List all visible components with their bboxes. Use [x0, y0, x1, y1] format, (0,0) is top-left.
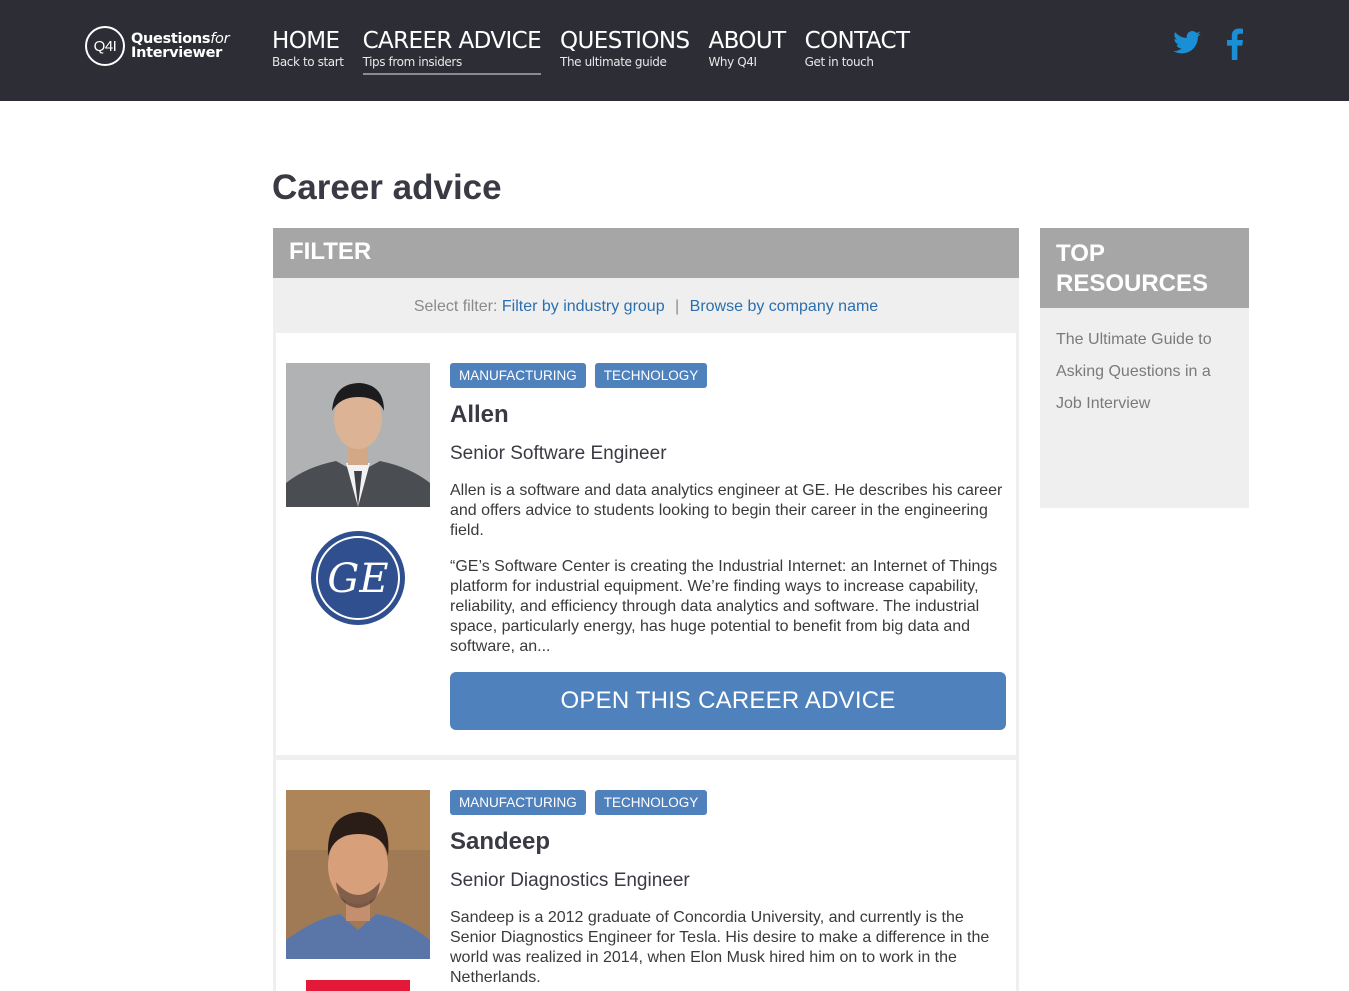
tag-list: MANUFACTURING TECHNOLOGY: [450, 363, 716, 388]
advice-card: GE MANUFACTURING TECHNOLOGY Allen Senior…: [276, 333, 1016, 755]
twitter-icon[interactable]: [1172, 28, 1202, 63]
nav-career-advice[interactable]: CAREER ADVICE Tips from insiders: [362, 28, 542, 75]
tag-technology[interactable]: TECHNOLOGY: [594, 790, 708, 815]
person-summary: Allen is a software and data analytics e…: [450, 482, 1003, 539]
filter-line: Select filter: Filter by industry group …: [273, 298, 1019, 316]
page-title: Career advice: [272, 168, 502, 207]
filter-select-label: Select filter:: [413, 298, 498, 315]
person-photo-allen: [286, 363, 430, 507]
nav-home[interactable]: HOME Back to start: [272, 28, 344, 75]
nav-contact-label: CONTACT: [804, 28, 910, 54]
open-career-advice-button[interactable]: OPEN THIS CAREER ADVICE: [450, 672, 1006, 730]
nav-about-label: ABOUT: [708, 28, 786, 54]
nav-home-sub: Back to start: [272, 55, 344, 69]
nav-about[interactable]: ABOUT Why Q4I: [708, 28, 786, 75]
top-resources-heading: TOP RESOURCES: [1040, 228, 1249, 308]
filter-panel: Select filter: Filter by industry group …: [273, 278, 1019, 991]
tesla-logo: [306, 980, 410, 991]
browse-by-company-link[interactable]: Browse by company name: [690, 298, 879, 315]
ge-logo: GE: [309, 529, 407, 627]
nav-career-advice-label: CAREER ADVICE: [362, 28, 542, 54]
logo-text-interviewer: Interviewer: [131, 45, 222, 61]
top-resources-panel: The Ultimate Guide to Asking Questions i…: [1040, 308, 1249, 508]
person-summary: Sandeep is a 2012 graduate of Concordia …: [450, 909, 990, 986]
logo-mark: Q4I: [85, 26, 125, 66]
ge-logo-letters: GE: [327, 556, 388, 602]
filter-heading: FILTER: [273, 228, 1019, 278]
tag-manufacturing[interactable]: MANUFACTURING: [450, 363, 586, 388]
person-name: Sandeep: [450, 828, 551, 855]
tag-list: MANUFACTURING TECHNOLOGY: [450, 790, 716, 815]
site-logo[interactable]: Q4I Questionsfor Interviewer: [85, 25, 235, 67]
person-quote: “GE’s Software Center is creating the In…: [450, 558, 998, 655]
tag-manufacturing[interactable]: MANUFACTURING: [450, 790, 586, 815]
person-name: Allen: [450, 401, 509, 428]
logo-text: Questionsfor Interviewer: [131, 32, 230, 61]
resource-link[interactable]: The Ultimate Guide to Asking Questions i…: [1056, 324, 1233, 420]
person-photo-sandeep: [286, 790, 430, 959]
filter-by-industry-link[interactable]: Filter by industry group: [502, 298, 665, 315]
advice-card: MANUFACTURING TECHNOLOGY Sandeep Senior …: [276, 760, 1016, 991]
nav-home-label: HOME: [272, 28, 340, 54]
nav-questions-sub: The ultimate guide: [560, 55, 667, 69]
tag-technology[interactable]: TECHNOLOGY: [594, 363, 708, 388]
nav-contact-sub: Get in touch: [804, 55, 874, 69]
nav-questions-label: QUESTIONS: [560, 28, 690, 54]
nav-contact[interactable]: CONTACT Get in touch: [805, 28, 910, 75]
person-role: Senior Software Engineer: [450, 443, 667, 464]
facebook-icon[interactable]: [1226, 28, 1244, 65]
site-header: Q4I Questionsfor Interviewer HOME Back t…: [0, 0, 1349, 101]
person-role: Senior Diagnostics Engineer: [450, 870, 690, 891]
main-nav: HOME Back to start CAREER ADVICE Tips fr…: [272, 28, 928, 75]
nav-about-sub: Why Q4I: [708, 55, 757, 69]
nav-questions[interactable]: QUESTIONS The ultimate guide: [560, 28, 690, 75]
nav-career-advice-sub: Tips from insiders: [362, 55, 463, 69]
filter-separator: |: [675, 298, 680, 315]
